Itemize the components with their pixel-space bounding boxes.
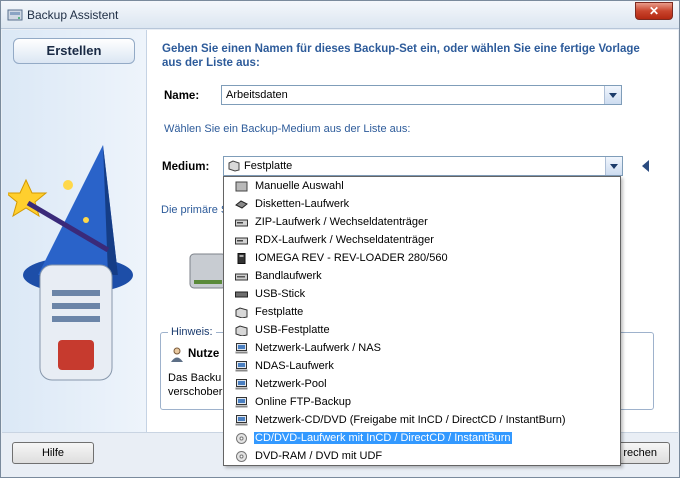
medium-option-label: USB-Stick xyxy=(255,288,306,300)
medium-option-label: Online FTP-Backup xyxy=(255,396,351,408)
medium-option-label: Netzwerk-CD/DVD (Freigabe mit InCD / Dir… xyxy=(255,414,566,426)
medium-option[interactable]: Netzwerk-Pool xyxy=(224,376,620,394)
primary-storage-text: Die primäre S xyxy=(161,204,229,216)
tab-erstellen[interactable]: Erstellen xyxy=(13,38,135,64)
medium-option-label: Netzwerk-Pool xyxy=(255,378,327,390)
medium-option-label: NDAS-Laufwerk xyxy=(255,360,334,372)
manual-icon xyxy=(235,181,248,192)
wizard-illustration xyxy=(8,145,133,381)
hint-title: Hinweis: xyxy=(168,326,216,338)
name-value: Arbeitsdaten xyxy=(226,89,288,101)
medium-combobox[interactable]: Festplatte xyxy=(223,156,623,176)
medium-option[interactable]: USB-Stick xyxy=(224,286,620,304)
medium-option-label: ZIP-Laufwerk / Wechseldatenträger xyxy=(255,216,428,228)
medium-option-label: Disketten-Laufwerk xyxy=(255,198,350,210)
cd-icon xyxy=(236,433,247,444)
medium-dropdown-list[interactable]: Manuelle Auswahl Disketten-Laufwerk ZIP-La… xyxy=(223,176,621,466)
hint-text: Das Backu verschober xyxy=(168,371,222,399)
medium-option[interactable]: Netzwerk-Laufwerk / NAS xyxy=(224,340,620,358)
tape-drive-icon xyxy=(235,273,248,281)
pointer-arrow-icon xyxy=(642,160,649,172)
ftp-icon xyxy=(235,397,248,408)
medium-instruction-text: Wählen Sie ein Backup-Medium aus der Lis… xyxy=(164,123,411,135)
help-button[interactable]: Hilfe xyxy=(12,442,94,464)
rev-drive-icon xyxy=(237,253,246,264)
name-dropdown-button[interactable] xyxy=(604,86,621,104)
medium-option[interactable]: DVD-RAM / DVD mit UDF xyxy=(224,448,620,466)
user-icon xyxy=(171,347,183,362)
medium-option[interactable]: CD/DVD-Laufwerk mit InCD / DirectCD / In… xyxy=(224,430,620,448)
medium-dropdown-button[interactable] xyxy=(605,157,622,175)
rdx-drive-icon xyxy=(235,237,248,245)
medium-option[interactable]: Festplatte xyxy=(224,304,620,322)
medium-option-label: USB-Festplatte xyxy=(255,324,330,336)
medium-option[interactable]: Disketten-Laufwerk xyxy=(224,196,620,214)
left-panel: Erstellen xyxy=(2,30,147,432)
medium-option-label: IOMEGA REV - REV-LOADER 280/560 xyxy=(255,252,448,264)
medium-option[interactable]: Online FTP-Backup xyxy=(224,394,620,412)
medium-option-label: DVD-RAM / DVD mit UDF xyxy=(255,450,383,462)
medium-option[interactable]: Manuelle Auswahl xyxy=(224,178,620,196)
usb-hard-disk-icon xyxy=(235,325,248,336)
title-bar[interactable]: Backup Assistent ✕ xyxy=(1,1,679,29)
floppy-icon xyxy=(235,200,248,209)
ndas-drive-icon xyxy=(235,361,248,372)
medium-option[interactable]: USB-Festplatte xyxy=(224,322,620,340)
instruction-text: Geben Sie einen Namen für dieses Backup-… xyxy=(162,43,640,69)
medium-option[interactable]: IOMEGA REV - REV-LOADER 280/560 xyxy=(224,250,620,268)
dvd-icon xyxy=(236,451,247,462)
medium-option[interactable]: ZIP-Laufwerk / Wechseldatenträger xyxy=(224,214,620,232)
chevron-down-icon xyxy=(609,93,617,98)
hint-heading: Nutze xyxy=(188,348,220,360)
app-icon xyxy=(7,9,23,21)
hard-disk-image xyxy=(189,253,227,289)
window-title: Backup Assistent xyxy=(27,8,119,22)
zip-drive-icon xyxy=(235,219,248,227)
medium-option-label: Manuelle Auswahl xyxy=(255,180,344,192)
name-combobox[interactable]: Arbeitsdaten xyxy=(221,85,622,105)
hint-line-1: Das Backu xyxy=(168,372,222,384)
network-pool-icon xyxy=(235,379,248,390)
hard-disk-icon xyxy=(228,160,240,172)
hint-line-2: verschober xyxy=(168,386,223,398)
chevron-down-icon xyxy=(610,164,618,169)
medium-option-label: Festplatte xyxy=(255,306,304,318)
backup-assistant-window: Backup Assistent ✕ Erstellen Geben Sie e… xyxy=(0,0,680,478)
medium-option-label: RDX-Laufwerk / Wechseldatenträger xyxy=(255,234,434,246)
medium-option-label: CD/DVD-Laufwerk mit InCD / DirectCD / In… xyxy=(254,432,512,444)
medium-option[interactable]: NDAS-Laufwerk xyxy=(224,358,620,376)
medium-option[interactable]: Bandlaufwerk xyxy=(224,268,620,286)
medium-label: Medium: xyxy=(162,161,210,173)
medium-option[interactable]: RDX-Laufwerk / Wechseldatenträger xyxy=(224,232,620,250)
medium-option[interactable]: Netzwerk-CD/DVD (Freigabe mit InCD / Dir… xyxy=(224,412,620,430)
medium-option-label: Bandlaufwerk xyxy=(255,270,322,282)
usb-stick-icon xyxy=(235,291,248,298)
medium-option-label: Netzwerk-Laufwerk / NAS xyxy=(255,342,381,354)
hard-disk-icon xyxy=(235,307,248,318)
medium-value: Festplatte xyxy=(244,160,293,172)
network-cd-icon xyxy=(235,415,248,426)
name-label: Name: xyxy=(164,90,200,102)
close-button[interactable]: ✕ xyxy=(635,2,673,20)
network-drive-icon xyxy=(235,343,248,354)
